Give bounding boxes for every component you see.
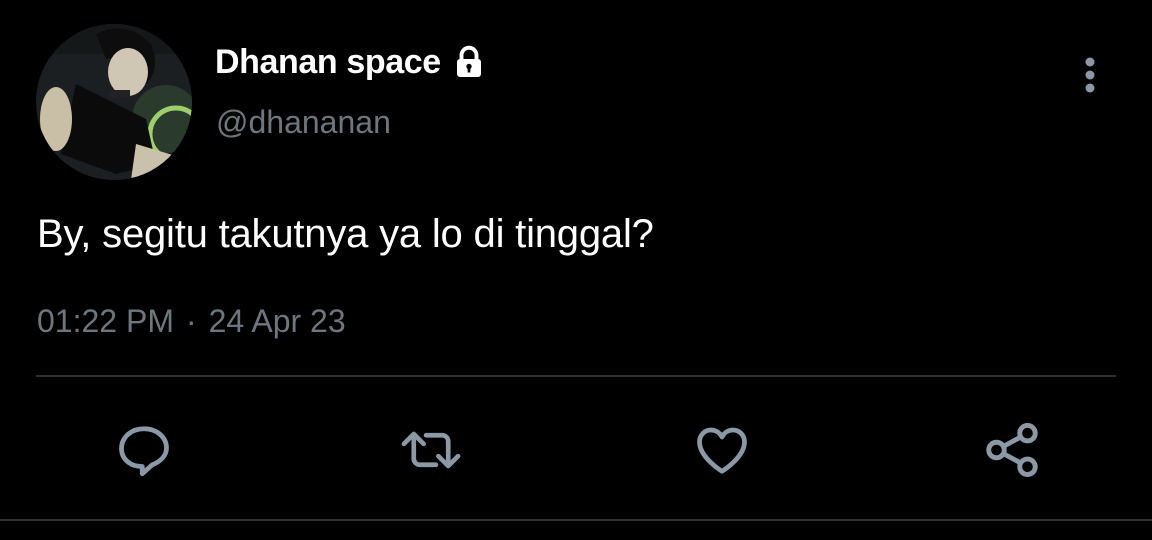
retweet-button[interactable] [399, 418, 463, 482]
avatar[interactable] [36, 24, 192, 180]
divider [36, 375, 1116, 377]
tweet-text: By, segitu takutnya ya lo di tinggal? [37, 212, 654, 256]
like-button[interactable] [690, 418, 754, 482]
bottom-divider [0, 519, 1152, 521]
meta-separator: · [185, 303, 197, 339]
share-button[interactable] [980, 418, 1044, 482]
more-vertical-icon [1085, 57, 1095, 93]
more-options-button[interactable] [1070, 52, 1110, 98]
user-handle[interactable]: @dhananan [216, 102, 391, 142]
display-name-row: Dhanan space [215, 42, 487, 82]
reply-icon [119, 426, 169, 477]
display-name[interactable]: Dhanan space [215, 42, 441, 82]
avatar-image [36, 24, 192, 180]
tweet-meta: 01:22 PM · 24 Apr 23 [37, 300, 346, 342]
tweet-time[interactable]: 01:22 PM [37, 303, 174, 339]
reply-button[interactable] [112, 418, 176, 482]
tweet-date[interactable]: 24 Apr 23 [209, 303, 346, 339]
retweet-icon [401, 431, 461, 469]
share-icon [986, 423, 1038, 477]
lock-icon [451, 44, 487, 80]
heart-icon [697, 427, 747, 474]
